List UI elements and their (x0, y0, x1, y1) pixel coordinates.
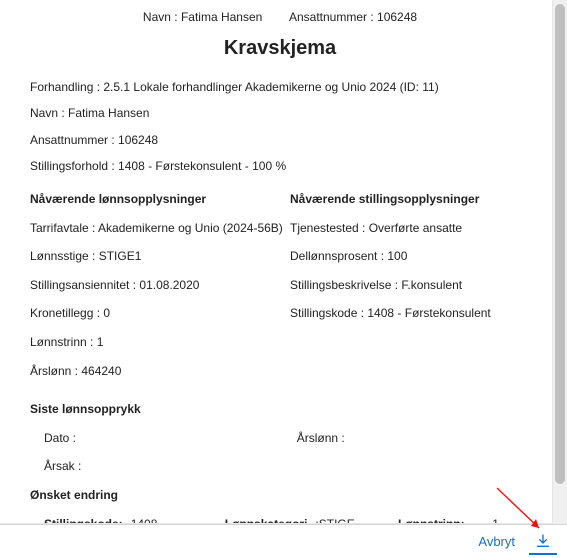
last-raise-block: Dato : Årslønn : Årsak : (30, 429, 530, 476)
position-relation-line: Stillingsforhold : 1408 - Førstekonsulen… (30, 157, 530, 176)
empno-line: Ansattnummer : 106248 (30, 131, 530, 150)
download-icon (535, 533, 551, 549)
location-line: Tjenestested : Overførte ansatte (290, 219, 530, 238)
dialog-footer: Avbryt (0, 524, 567, 558)
desired-code-label: Stillingskode: (44, 515, 123, 525)
desired-step-label: Lønnstrinn: (398, 515, 465, 525)
last-raise-annual: Årslønn : (297, 429, 345, 448)
last-raise-date: Dato : (44, 429, 297, 448)
salary-info-heading: Nåværende lønnsopplysninger (30, 190, 290, 209)
desired-code-value: 1408 - Førstekonsulent (131, 515, 217, 525)
cancel-button[interactable]: Avbryt (478, 534, 515, 549)
percent-line: Dellønnsprosent : 100 (290, 247, 530, 266)
annual-line: Årslønn : 464240 (30, 362, 290, 381)
desired-heading: Ønsket endring (30, 486, 530, 505)
name-line: Navn : Fatima Hansen (30, 104, 530, 123)
tariff-line: Tarrifavtale : Akademikerne og Unio (202… (30, 219, 290, 238)
download-button[interactable] (529, 529, 557, 555)
page-title: Kravskjema (30, 33, 530, 64)
position-info-col: Nåværende stillingsopplysninger Tjeneste… (290, 190, 530, 390)
desired-step-value: 1 (492, 515, 505, 525)
desired-row: Stillingskode: 1408 - Førstekonsulent Lø… (30, 515, 530, 525)
krone-line: Kronetillegg : 0 (30, 304, 290, 323)
desc-line: Stillingsbeskrivelse : F.konsulent (290, 276, 530, 295)
ladder-line: Lønnsstige : STIGE1 (30, 247, 290, 266)
last-raise-reason: Årsak : (44, 457, 530, 476)
code-line: Stillingskode : 1408 - Førstekonsulent (290, 304, 530, 323)
step-line: Lønnstrinn : 1 (30, 333, 290, 352)
seniority-line: Stillingsansiennitet : 01.08.2020 (30, 276, 290, 295)
desired-cat-label: Lønnskategori (225, 515, 308, 525)
position-info-heading: Nåværende stillingsopplysninger (290, 190, 530, 209)
info-columns: Nåværende lønnsopplysninger Tarrifavtale… (30, 190, 530, 390)
form-content: Navn : Fatima Hansen Ansattnummer : 1062… (0, 0, 552, 524)
last-raise-heading: Siste lønnsopprykk (30, 400, 530, 419)
desired-cat-value: :STIGE (315, 515, 354, 525)
form-document: Navn : Fatima Hansen Ansattnummer : 1062… (0, 0, 553, 524)
header-empno: Ansattnummer : 106248 (289, 10, 417, 24)
header-line: Navn : Fatima Hansen Ansattnummer : 1062… (30, 8, 530, 27)
header-name: Navn : Fatima Hansen (143, 10, 262, 24)
scrollbar-track[interactable] (553, 0, 567, 524)
scrollbar-thumb[interactable] (555, 4, 565, 484)
salary-info-col: Nåværende lønnsopplysninger Tarrifavtale… (30, 190, 290, 390)
negotiation-line: Forhandling : 2.5.1 Lokale forhandlinger… (30, 78, 530, 97)
